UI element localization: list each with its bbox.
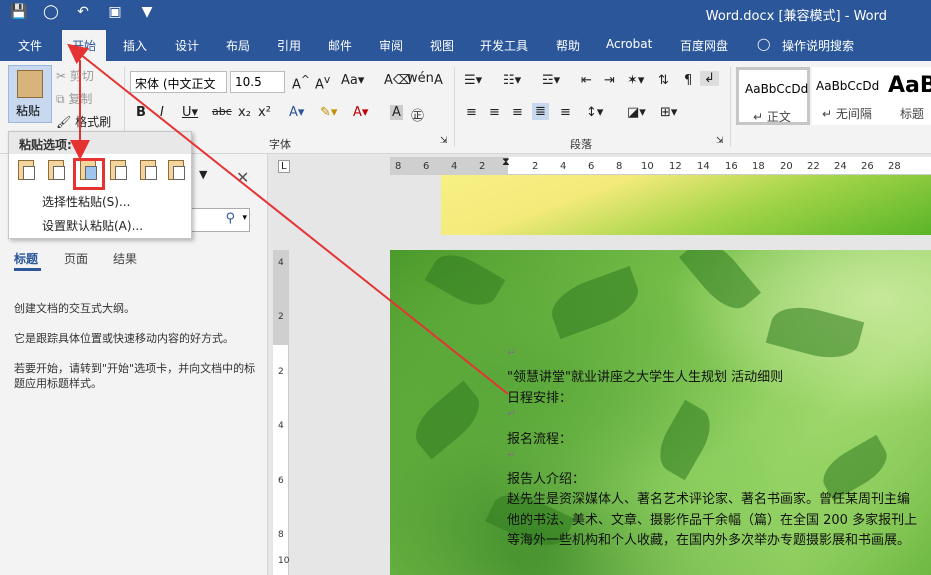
annotation-arrows [67, 43, 509, 395]
annotation-arrow-line [67, 43, 509, 395]
